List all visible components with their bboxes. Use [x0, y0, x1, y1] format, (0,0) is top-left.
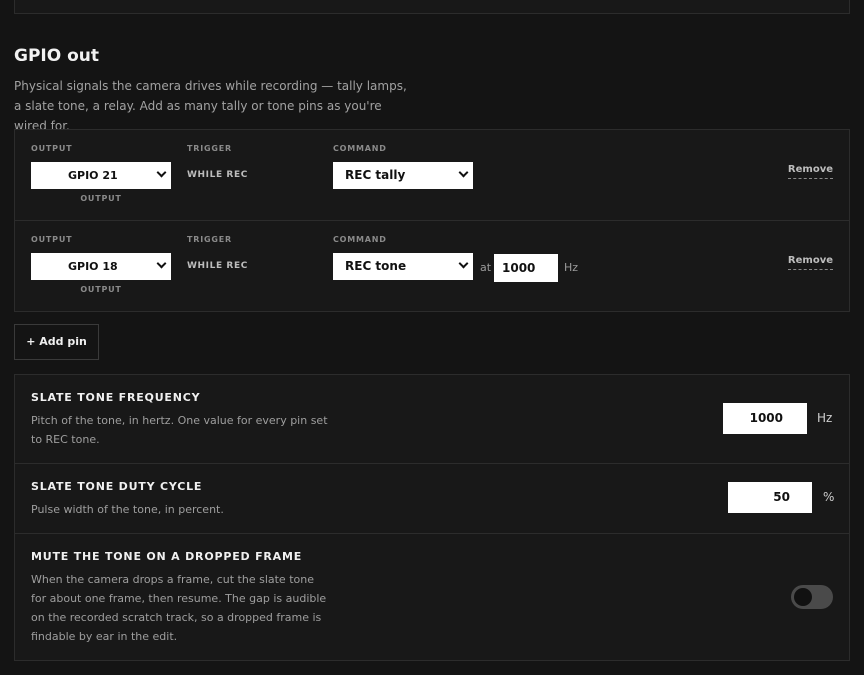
setting-title: SLATE TONE FREQUENCY: [31, 391, 201, 404]
slate-tone-settings: SLATE TONE FREQUENCY Pitch of the tone, …: [14, 374, 850, 661]
trigger-value: WHILE REC: [187, 170, 248, 180]
output-select[interactable]: GPIO 18: [31, 253, 171, 280]
mute-on-dropped-frame-row: MUTE THE TONE ON A DROPPED FRAME When th…: [15, 534, 849, 660]
setting-title: SLATE TONE DUTY CYCLE: [31, 480, 203, 493]
remove-pin-button[interactable]: Remove: [787, 255, 833, 270]
output-caption: OUTPUT: [31, 235, 73, 244]
chevron-down-icon: [156, 258, 167, 269]
chevron-down-icon: [458, 258, 469, 269]
mute-on-dropped-frame-toggle[interactable]: [791, 585, 833, 609]
gpio-pin-list: OUTPUT TRIGGER COMMAND GPIO 21 OUTPUT WH…: [14, 129, 850, 312]
remove-pin-button[interactable]: Remove: [787, 164, 833, 179]
at-label: at: [480, 261, 492, 274]
chevron-down-icon: [458, 167, 469, 178]
output-select-value: GPIO 18: [68, 260, 118, 273]
slate-tone-frequency-input[interactable]: 1000: [723, 403, 807, 434]
command-caption: COMMAND: [333, 235, 387, 244]
pin-frequency-input[interactable]: 1000: [494, 254, 558, 282]
setting-description: When the camera drops a frame, cut the s…: [31, 573, 327, 643]
slate-tone-frequency-row: SLATE TONE FREQUENCY Pitch of the tone, …: [15, 375, 849, 464]
section-title: GPIO out: [14, 46, 100, 66]
command-select-value: REC tone: [345, 259, 407, 273]
setting-title: MUTE THE TONE ON A DROPPED FRAME: [31, 550, 303, 563]
previous-section-panel: [14, 0, 850, 14]
gpio-pin-row: OUTPUT TRIGGER COMMAND GPIO 18 OUTPUT WH…: [15, 221, 849, 312]
output-sub-caption: OUTPUT: [80, 194, 122, 203]
pin-frequency-unit: Hz: [564, 261, 579, 274]
output-select-value: GPIO 21: [68, 169, 118, 182]
command-caption: COMMAND: [333, 144, 387, 153]
trigger-value: WHILE REC: [187, 261, 248, 271]
trigger-caption: TRIGGER: [187, 235, 232, 244]
command-select-value: REC tally: [345, 168, 406, 182]
trigger-caption: TRIGGER: [187, 144, 232, 153]
slate-tone-duty-cycle-row: SLATE TONE DUTY CYCLE Pulse width of the…: [15, 464, 849, 534]
gpio-pin-row: OUTPUT TRIGGER COMMAND GPIO 21 OUTPUT WH…: [15, 130, 849, 221]
command-select[interactable]: REC tone: [333, 253, 473, 280]
output-sub-caption: OUTPUT: [80, 285, 122, 294]
command-select[interactable]: REC tally: [333, 162, 473, 189]
output-caption: OUTPUT: [31, 144, 73, 153]
add-pin-button[interactable]: + Add pin: [14, 324, 99, 360]
chevron-down-icon: [156, 167, 167, 178]
setting-description: Pulse width of the tone, in percent.: [31, 503, 224, 516]
frequency-unit: Hz: [817, 411, 833, 425]
output-select[interactable]: GPIO 21: [31, 162, 171, 189]
slate-tone-duty-cycle-input[interactable]: 50: [728, 482, 812, 513]
toggle-knob: [794, 588, 812, 606]
duty-cycle-unit: %: [823, 490, 835, 504]
section-description: Physical signals the camera drives while…: [14, 79, 407, 133]
setting-description: Pitch of the tone, in hertz. One value f…: [31, 414, 328, 446]
